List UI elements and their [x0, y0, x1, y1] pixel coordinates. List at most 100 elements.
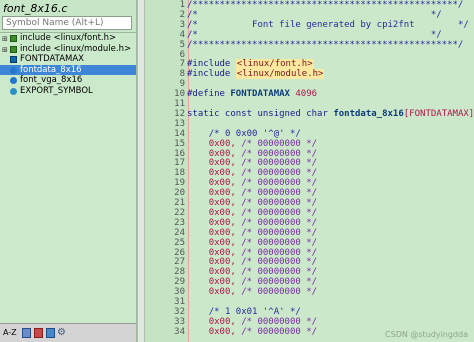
row-value: 0x00, — [208, 287, 236, 298]
row-value: 0x00, — [208, 198, 236, 208]
symbol-search-input[interactable] — [2, 16, 132, 30]
code-line[interactable]: 0x00, /* 00000000 */ — [187, 317, 317, 327]
line-number: 10 — [174, 89, 185, 100]
row-value: 0x00, — [208, 237, 236, 248]
code-line[interactable]: 0x00, /* 00000000 */ — [187, 267, 317, 277]
row-value: 0x00, — [208, 227, 236, 238]
code-line[interactable]: 0x00, /* 00000000 */ — [187, 188, 317, 198]
code-line[interactable]: /* 1 0x01 '^A' */ — [187, 307, 301, 317]
line-number: 31 — [174, 297, 185, 307]
symbol-label: include <linux/module.h> — [20, 43, 132, 54]
code-line[interactable]: #include <linux/module.h> — [187, 69, 325, 80]
settings-gear-icon[interactable]: ⚙ — [57, 328, 66, 338]
code-editor[interactable]: 1 2 3 4 5 6 7 8 9 10 11 12 13 14 15 16 17 18 19 20 21 22 23 24 2… — [145, 0, 474, 342]
code-line[interactable]: 0x00, /* 00000000 */ — [187, 228, 317, 238]
filter-icon[interactable] — [34, 328, 43, 338]
code-line[interactable]: 0x00, /* 00000000 */ — [187, 158, 317, 168]
code-line[interactable]: #include <linux/font.h> — [187, 59, 314, 70]
code-line[interactable]: 0x00, /* 00000000 */ — [187, 149, 317, 159]
symbol-item-font-vga-8x16[interactable]: font_vga_8x16 — [0, 75, 136, 86]
code-line[interactable]: #define FONTDATAMAX 4096 — [187, 89, 317, 99]
symbol-item-fontdatamax[interactable]: FONTDATAMAX — [0, 54, 136, 65]
row-comment: /* 00000000 */ — [235, 316, 318, 327]
banner-comment: /***************************************… — [187, 0, 453, 10]
line-number: 12 — [174, 108, 185, 119]
code-line[interactable]: /* */ — [187, 10, 442, 20]
glyph-comment: /* 1 0x01 '^A' */ — [208, 306, 301, 317]
code-line[interactable]: /* Font file generated by cpi2fnt */ — [187, 20, 469, 30]
row-value: 0x00, — [208, 168, 236, 179]
code-line[interactable]: 0x00, /* 00000000 */ — [187, 198, 317, 208]
line-number: 25 — [174, 237, 185, 248]
code-line[interactable]: 0x00, /* 00000000 */ — [187, 327, 317, 337]
row-comment: /* 00000000 */ — [235, 217, 318, 228]
grid-icon[interactable] — [46, 328, 55, 338]
banner-comment-end: */ — [430, 29, 442, 40]
row-comment: /* 00000000 */ — [235, 287, 318, 298]
row-comment: /* 00000000 */ — [235, 257, 318, 268]
row-comment: /* 00000000 */ — [235, 207, 318, 218]
code-line[interactable]: /* 0 0x00 '^@' */ — [187, 129, 301, 139]
line-number: 18 — [174, 168, 185, 179]
code-line[interactable]: 0x00, /* 00000000 */ — [187, 218, 317, 228]
banner-comment: /* — [187, 29, 431, 40]
line-number: 23 — [174, 217, 185, 228]
line-number: 13 — [174, 118, 185, 129]
symbol-label: FONTDATAMAX — [20, 54, 84, 64]
line-number: 19 — [174, 178, 185, 189]
preprocessor: #include — [187, 69, 236, 80]
include-path: <linux/font.h> — [235, 59, 314, 70]
code-line[interactable]: 0x00, /* 00000000 */ — [187, 208, 317, 218]
row-comment: /* 00000000 */ — [235, 158, 318, 169]
code-line[interactable]: 0x00, /* 00000000 */ — [187, 287, 317, 297]
code-line[interactable]: 0x00, /* 00000000 */ — [187, 139, 317, 149]
code-line[interactable]: 0x00, /* 00000000 */ — [187, 257, 317, 267]
symbol-item-fontdata-8x16[interactable]: fontdata_8x16 — [0, 64, 136, 75]
code-line[interactable]: 0x00, /* 00000000 */ — [187, 238, 317, 248]
code-line[interactable]: static const unsigned char fontdata_8x16… — [187, 109, 474, 119]
code-line[interactable]: /* */ — [187, 30, 442, 40]
function-icon — [10, 87, 17, 95]
line-number: 16 — [174, 148, 185, 159]
line-number: 24 — [174, 227, 185, 238]
code-line[interactable]: 0x00, /* 00000000 */ — [187, 168, 317, 178]
line-number: 6 — [179, 49, 185, 60]
row-comment: /* 00000000 */ — [235, 326, 318, 337]
code-line[interactable]: /***************************************… — [187, 40, 463, 50]
code-line[interactable]: /***************************************… — [187, 0, 463, 10]
file-title: font_8x16.c — [3, 2, 68, 15]
line-number: 11 — [174, 99, 185, 109]
banner-comment: /* — [187, 9, 431, 20]
banner-comment-end: */ — [452, 39, 464, 50]
list-view-icon[interactable] — [22, 328, 31, 338]
code-line[interactable]: 0x00, /* 00000000 */ — [187, 178, 317, 188]
line-number: 14 — [174, 128, 185, 139]
line-number-gutter: 1 2 3 4 5 6 7 8 9 10 11 12 13 14 15 16 17 18 19 20 21 22 23 24 2… — [145, 0, 188, 342]
include-icon — [10, 45, 17, 53]
line-number: 26 — [174, 247, 185, 258]
row-value: 0x00, — [208, 326, 236, 337]
symbol-item-export-symbol[interactable]: EXPORT_SYMBOL — [0, 86, 136, 97]
sort-alpha-button[interactable]: A-Z — [3, 328, 17, 338]
row-value: 0x00, — [208, 188, 236, 199]
panel-splitter[interactable] — [137, 0, 145, 342]
symbol-item-include-font[interactable]: ⊞ include <linux/font.h> — [0, 33, 136, 44]
symbol-item-include-module[interactable]: ⊞ include <linux/module.h> — [0, 44, 136, 55]
variable-icon — [10, 77, 17, 84]
line-number: 28 — [174, 267, 185, 278]
preprocessor: #define — [187, 89, 231, 100]
row-comment: /* 00000000 */ — [235, 198, 318, 208]
symbol-panel: font_8x16.c ⊞ include <linux/font.h> ⊞ i… — [0, 0, 137, 342]
row-comment: /* 00000000 */ — [235, 148, 318, 159]
code-line[interactable]: 0x00, /* 00000000 */ — [187, 248, 317, 258]
code-line[interactable]: 0x00, /* 00000000 */ — [187, 277, 317, 287]
row-value: 0x00, — [208, 277, 236, 288]
row-comment: /* 00000000 */ — [235, 168, 318, 179]
array-name: fontdata_8x16 — [333, 108, 404, 119]
